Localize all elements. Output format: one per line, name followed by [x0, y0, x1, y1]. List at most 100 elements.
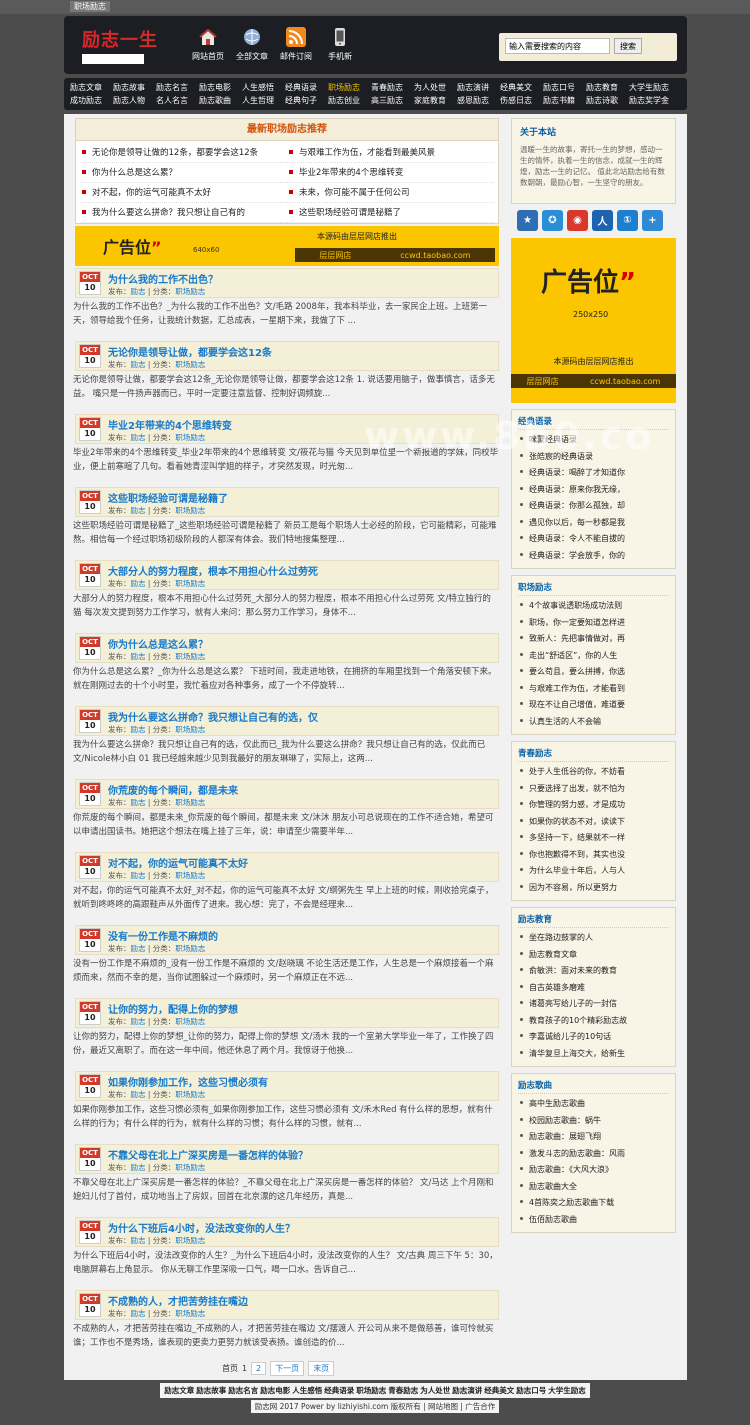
sidebox-item[interactable]: 因为不容易，所以更努力 — [518, 880, 669, 897]
post-title[interactable]: 这些职场经验可谓是秘籍了 — [108, 490, 228, 505]
pager-last[interactable]: 末页 — [308, 1361, 335, 1376]
footer-link[interactable]: 励志电影 — [260, 1386, 290, 1395]
post-author[interactable]: 励志 — [131, 1090, 146, 1099]
post-category[interactable]: 职场励志 — [175, 1017, 205, 1026]
post-author[interactable]: 励志 — [131, 360, 146, 369]
nav-all-articles[interactable]: 全部文章 — [234, 26, 270, 62]
sidebox-item[interactable]: 职场，你一定要知道怎样进 — [518, 615, 669, 632]
footer-link[interactable]: 励志名言 — [228, 1386, 258, 1395]
footer-link[interactable]: 经典美文 — [484, 1386, 514, 1395]
weibo-share-icon[interactable]: ◉ — [567, 210, 588, 231]
menu-item[interactable]: 经典句子 — [285, 94, 328, 107]
post-author[interactable]: 励志 — [131, 725, 146, 734]
post-title[interactable]: 为什么我的工作不出色？ — [108, 271, 218, 286]
footer-link[interactable]: 青春励志 — [388, 1386, 418, 1395]
post-category[interactable]: 职场励志 — [175, 579, 205, 588]
footer-link[interactable]: 经典语录 — [324, 1386, 354, 1395]
post-category[interactable]: 职场励志 — [175, 944, 205, 953]
menu-item[interactable]: 励志名言 — [156, 81, 199, 94]
sidebox-item[interactable]: 清华复旦上海交大，给新生 — [518, 1046, 669, 1063]
menu-item[interactable]: 成功励志 — [70, 94, 113, 107]
post-author[interactable]: 励志 — [131, 1017, 146, 1026]
post-category[interactable]: 职场励志 — [175, 1163, 205, 1172]
ad-banner[interactable]: 广告位” 640x60 本源码由层层网店推出 层层网店 ccwd.taobao.… — [75, 226, 499, 266]
post-title[interactable]: 我为什么要这么拼命？我只想让自己有的选，仅 — [108, 709, 318, 724]
menu-item[interactable]: 职场励志 — [328, 81, 371, 94]
sidebox-item[interactable]: 为什么毕业十年后，人与人 — [518, 863, 669, 880]
menu-item[interactable]: 大学生励志 — [629, 81, 672, 94]
sidebox-item[interactable]: 励志歌曲：《大风大浪》 — [518, 1162, 669, 1179]
menu-item[interactable]: 经典语录 — [285, 81, 328, 94]
menu-item[interactable]: 为人处世 — [414, 81, 457, 94]
sidebox-item[interactable]: 坐在路边鼓掌的人 — [518, 930, 669, 947]
menu-item[interactable]: 感恩励志 — [457, 94, 500, 107]
post-category[interactable]: 职场励志 — [175, 725, 205, 734]
site-logo[interactable]: 励志一生 — [82, 26, 177, 64]
post-author[interactable]: 励志 — [131, 652, 146, 661]
sidebox-item[interactable]: 你管理的努力感，才是成功 — [518, 797, 669, 814]
post-author[interactable]: 励志 — [131, 1163, 146, 1172]
sidebox-item[interactable]: 如果你的状态不对，读读下 — [518, 814, 669, 831]
menu-item[interactable]: 励志口号 — [543, 81, 586, 94]
sidebox-item[interactable]: 经典语录：学会放手，你的 — [518, 548, 669, 565]
sidebox-item[interactable]: 教育孩子的10个精彩励志故 — [518, 1013, 669, 1030]
sidebox-item[interactable]: 4首陈奕之励志歌曲下载 — [518, 1195, 669, 1212]
menu-item[interactable]: 励志故事 — [113, 81, 156, 94]
sidebox-item[interactable]: 校园励志歌曲：蜗牛 — [518, 1113, 669, 1130]
sidebox-item[interactable]: 要么苟且，要么拼搏，你选 — [518, 664, 669, 681]
recommend-item[interactable]: 这些职场经验可谓是秘籍了 — [287, 203, 494, 223]
post-title[interactable]: 你为什么总是这么累？ — [108, 636, 208, 651]
sidebox-item[interactable]: 只要选择了出发，就不怕为 — [518, 781, 669, 798]
menu-item[interactable]: 家庭教育 — [414, 94, 457, 107]
recommend-item[interactable]: 未来，你可能不属于任何公司 — [287, 183, 494, 203]
renren-share-icon[interactable]: 人 — [592, 210, 613, 231]
sidebox-item[interactable]: 走出“舒适区”，你的人生 — [518, 648, 669, 665]
nav-rss[interactable]: 邮件订阅 — [278, 26, 314, 62]
menu-item[interactable]: 人生感悟 — [242, 81, 285, 94]
post-author[interactable]: 励志 — [131, 287, 146, 296]
menu-item[interactable]: 人生哲理 — [242, 94, 285, 107]
menu-item[interactable]: 经典美文 — [500, 81, 543, 94]
menu-item[interactable]: 励志人物 — [113, 94, 156, 107]
sidebox-item[interactable]: 经典语录：原来你我无缘， — [518, 482, 669, 499]
recommend-item[interactable]: 无论你是领导让做的12条，都要学会这12条 — [80, 143, 287, 163]
sidebox-item[interactable]: 俞敏洪：面对未来的教育 — [518, 963, 669, 980]
sidebox-item[interactable]: 与艰难工作为伍，才能看到 — [518, 681, 669, 698]
footer-link[interactable]: 为人处世 — [420, 1386, 450, 1395]
menu-item[interactable]: 高三励志 — [371, 94, 414, 107]
sidebox-item[interactable]: 伍佰励志歌曲 — [518, 1212, 669, 1229]
menu-item[interactable]: 名人名言 — [156, 94, 199, 107]
sidebox-item[interactable]: 励志教育文章 — [518, 947, 669, 964]
kaixin-share-icon[interactable]: ① — [617, 210, 638, 231]
more-share-icon[interactable]: + — [642, 210, 663, 231]
sidebox-item[interactable]: 激发斗志的励志歌曲：风雨 — [518, 1146, 669, 1163]
menu-item[interactable]: 励志电影 — [199, 81, 242, 94]
sidebox-item[interactable]: 现在不让自己增值，难道要 — [518, 697, 669, 714]
footer-link[interactable]: 职场励志 — [356, 1386, 386, 1395]
post-category[interactable]: 职场励志 — [175, 433, 205, 442]
sidebox-item[interactable]: 多坚持一下，结果就不一样 — [518, 830, 669, 847]
menu-item[interactable]: 励志创业 — [328, 94, 371, 107]
favorite-share-icon[interactable]: ★ — [517, 210, 538, 231]
sidebox-item[interactable]: 致新人：先把事情做对，再 — [518, 631, 669, 648]
post-author[interactable]: 励志 — [131, 1309, 146, 1318]
search-button[interactable]: 搜索 — [614, 38, 642, 54]
nav-mobile[interactable]: 手机新 — [322, 26, 358, 62]
post-author[interactable]: 励志 — [131, 433, 146, 442]
pager-next[interactable]: 下一页 — [270, 1361, 305, 1376]
post-category[interactable]: 职场励志 — [175, 1236, 205, 1245]
footer-link[interactable]: 人生感悟 — [292, 1386, 322, 1395]
sidebox-item[interactable]: 遇见你以后，每一秒都是我 — [518, 515, 669, 532]
footer-link[interactable]: 励志故事 — [196, 1386, 226, 1395]
sidebox-item[interactable]: 高中生励志歌曲 — [518, 1096, 669, 1113]
footer-link[interactable]: 大学生励志 — [548, 1386, 586, 1395]
sidebox-item[interactable]: 励志歌曲大全 — [518, 1179, 669, 1196]
post-author[interactable]: 励志 — [131, 579, 146, 588]
pager-first[interactable]: 首页 — [222, 1363, 238, 1374]
menu-item[interactable]: 励志文章 — [70, 81, 113, 94]
sidebar-ad[interactable]: 广告位” 250x250 本源码由层层网店推出 层层网店 ccwd.taobao… — [511, 238, 676, 403]
post-title[interactable]: 让你的努力，配得上你的梦想 — [108, 1001, 238, 1016]
post-title[interactable]: 不靠父母在北上广深买房是一番怎样的体验？ — [108, 1147, 308, 1162]
menu-item[interactable]: 励志书籍 — [543, 94, 586, 107]
post-title[interactable]: 不成熟的人，才把苦劳挂在嘴边 — [108, 1293, 248, 1308]
